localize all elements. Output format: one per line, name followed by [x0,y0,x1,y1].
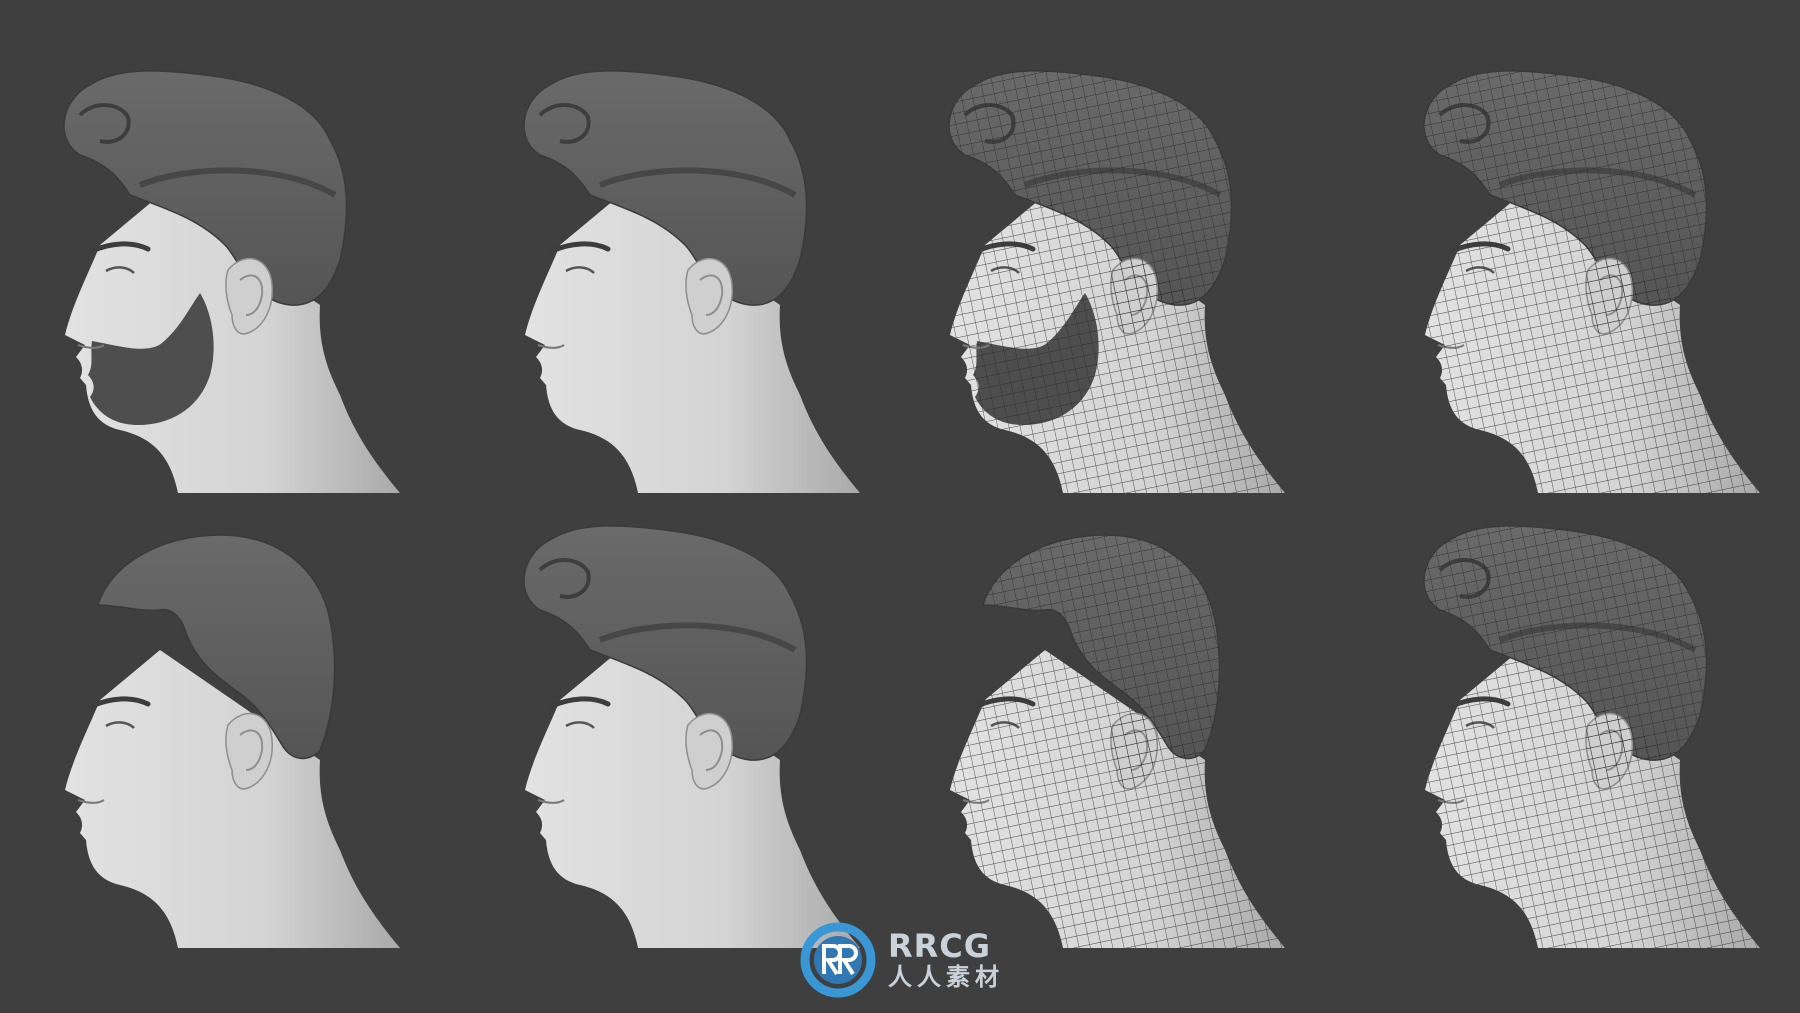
bust-render [63,70,400,493]
bust-bearded-quiff [20,45,480,505]
bust-render [948,70,1285,493]
bust-quiff-variant-wire [1380,500,1800,960]
bust-render [523,525,860,948]
bust-render [1423,525,1760,948]
rrcg-logo-icon [800,922,876,998]
bust-quiff-variant [480,500,940,960]
wireframe-overlay [950,650,1285,948]
watermark-brand: RRCG [888,927,992,965]
bust-buzzcut [20,500,480,960]
bust-render [1423,70,1760,493]
watermark-subtitle: 人人素材 [888,963,1004,991]
bust-render [65,534,400,948]
bust-clean-quiff [480,45,940,505]
bust-render [950,534,1285,948]
watermark: RRCG 人人素材 [800,918,1020,1002]
bust-buzzcut-wire [905,500,1365,960]
bust-render [523,70,860,493]
render-sheet: RRCG 人人素材 [0,0,1800,1013]
bust-clean-quiff-wire [1380,45,1800,505]
bust-bearded-quiff-wire [905,45,1365,505]
head-skin [65,650,400,948]
